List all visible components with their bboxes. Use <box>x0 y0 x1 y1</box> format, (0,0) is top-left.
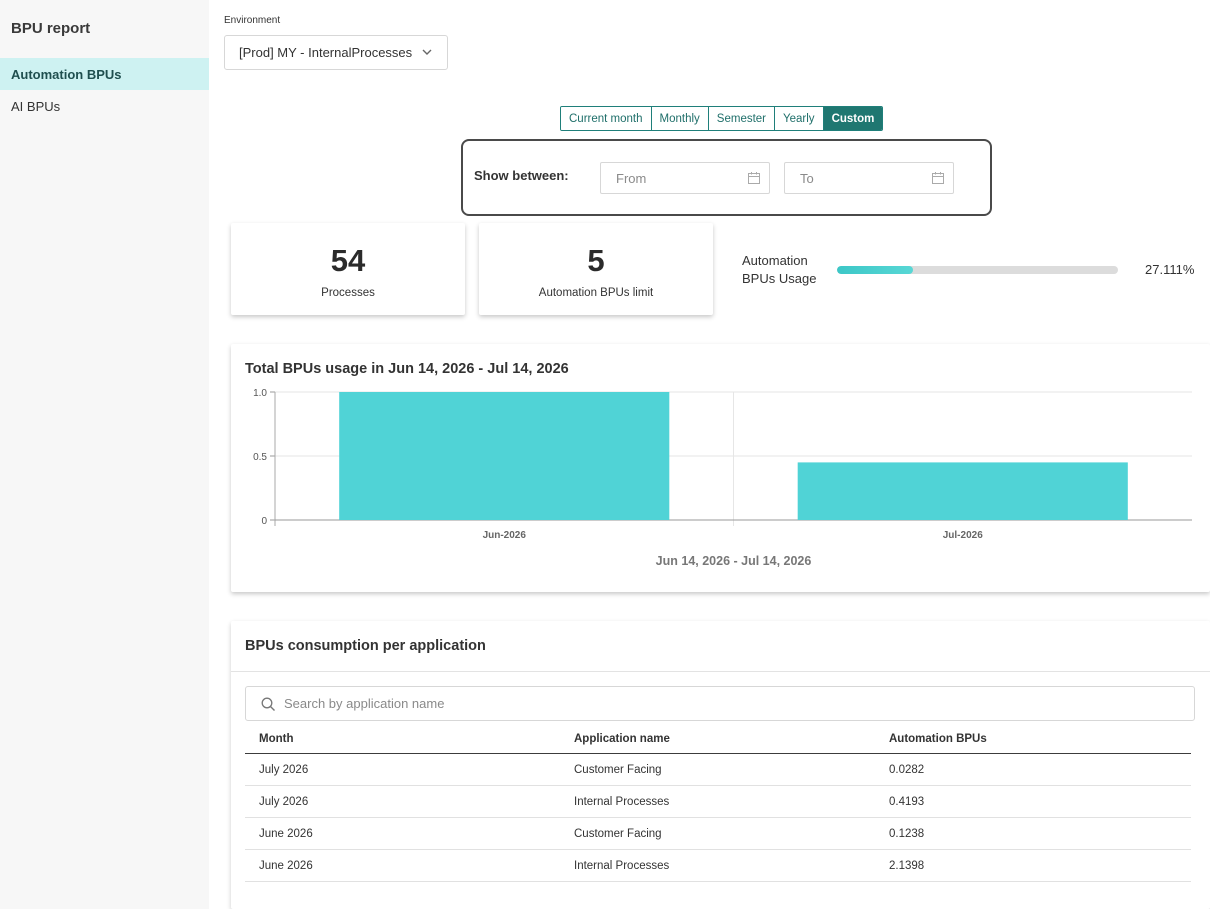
column-header-application[interactable]: Application name <box>574 725 670 753</box>
x-tick-label: Jul-2026 <box>943 530 983 541</box>
bpu-limit-label: Automation BPUs limit <box>538 287 654 299</box>
date-range-box: Show between: From To <box>461 139 992 216</box>
bpu-limit-value: 5 <box>587 243 605 278</box>
tab-monthly[interactable]: Monthly <box>651 107 709 130</box>
cell-bpus: 2.1398 <box>889 859 925 872</box>
from-date-field[interactable]: From <box>600 162 770 194</box>
divider <box>231 671 1210 672</box>
table-header: Month Application name Automation BPUs <box>245 725 1191 754</box>
tab-semester[interactable]: Semester <box>708 107 776 130</box>
usage-chart-card: Total BPUs usage in Jun 14, 2026 - Jul 1… <box>231 344 1210 592</box>
application-search-input[interactable]: Search by application name <box>245 686 1195 721</box>
bpu-limit-card: 5 Automation BPUs limit <box>479 223 713 315</box>
search-placeholder: Search by application name <box>284 696 445 711</box>
sidebar-item-ai-bpus[interactable]: AI BPUs <box>0 90 209 122</box>
bar <box>339 392 670 520</box>
to-placeholder: To <box>800 170 814 186</box>
x-axis-label: Jun 14, 2026 - Jul 14, 2026 <box>656 554 812 568</box>
chevron-down-icon <box>421 46 433 61</box>
to-date-field[interactable]: To <box>784 162 954 194</box>
bar-chart: 0 0.5 1.0 Jun-2026 Jul-2026 Jun 14, 2026 - Ju… <box>253 388 1192 568</box>
bar <box>797 462 1128 520</box>
sidebar-item-automation-bpus[interactable]: Automation BPUs <box>0 58 209 90</box>
tab-custom[interactable]: Custom <box>823 107 883 130</box>
table-row: July 2026 Customer Facing 0.0282 <box>245 754 1191 786</box>
cell-month: June 2026 <box>259 827 313 840</box>
sidebar-title: BPU report <box>11 20 91 37</box>
environment-selected-value: [Prod] MY - InternalProcesses <box>239 45 413 60</box>
cell-application: Customer Facing <box>574 827 662 840</box>
processes-label: Processes <box>321 287 375 299</box>
table-row: July 2026 Internal Processes 0.4193 <box>245 786 1191 818</box>
consumption-title: BPUs consumption per application <box>245 638 486 654</box>
y-tick-label: 0.5 <box>253 452 267 463</box>
cell-month: June 2026 <box>259 859 313 872</box>
cell-month: July 2026 <box>259 795 309 808</box>
usage-percent: 27.111% <box>1145 262 1195 277</box>
y-tick-label: 0 <box>261 516 267 527</box>
main-content: Environment [Prod] MY - InternalProcesse… <box>209 0 1210 909</box>
cell-month: July 2026 <box>259 763 309 776</box>
cell-application: Customer Facing <box>574 763 662 776</box>
usage-progress-bar <box>837 266 1118 274</box>
cell-application: Internal Processes <box>574 859 670 872</box>
table-row: June 2026 Customer Facing 0.1238 <box>245 818 1191 850</box>
tab-yearly[interactable]: Yearly <box>775 107 824 130</box>
cell-application: Internal Processes <box>574 795 670 808</box>
usage-progress-fill <box>837 266 914 274</box>
cell-bpus: 0.4193 <box>889 795 925 808</box>
x-tick-label: Jun-2026 <box>483 530 527 541</box>
show-between-label: Show between: <box>474 168 569 183</box>
search-icon <box>261 697 276 715</box>
y-tick-label: 1.0 <box>253 388 267 399</box>
table-row: June 2026 Internal Processes 2.1398 <box>245 850 1191 882</box>
environment-label: Environment <box>224 15 281 26</box>
calendar-icon[interactable] <box>747 171 761 188</box>
consumption-table: Month Application name Automation BPUs J… <box>245 725 1191 882</box>
consumption-card: BPUs consumption per application Search … <box>231 621 1210 909</box>
column-header-bpus[interactable]: Automation BPUs <box>889 725 987 753</box>
processes-count: 54 <box>330 243 366 278</box>
tab-current-month[interactable]: Current month <box>561 107 652 130</box>
cell-bpus: 0.0282 <box>889 763 925 776</box>
calendar-icon[interactable] <box>931 171 945 188</box>
usage-label: Automation BPUs Usage <box>742 253 817 286</box>
period-tabs: Current month Monthly Semester Yearly Cu… <box>560 106 884 131</box>
cell-bpus: 0.1238 <box>889 827 925 840</box>
column-header-month[interactable]: Month <box>259 725 293 753</box>
from-placeholder: From <box>616 170 647 186</box>
processes-card: 54 Processes <box>231 223 465 315</box>
environment-select[interactable]: [Prod] MY - InternalProcesses <box>224 35 448 70</box>
sidebar: BPU report Automation BPUs AI BPUs <box>0 0 209 909</box>
